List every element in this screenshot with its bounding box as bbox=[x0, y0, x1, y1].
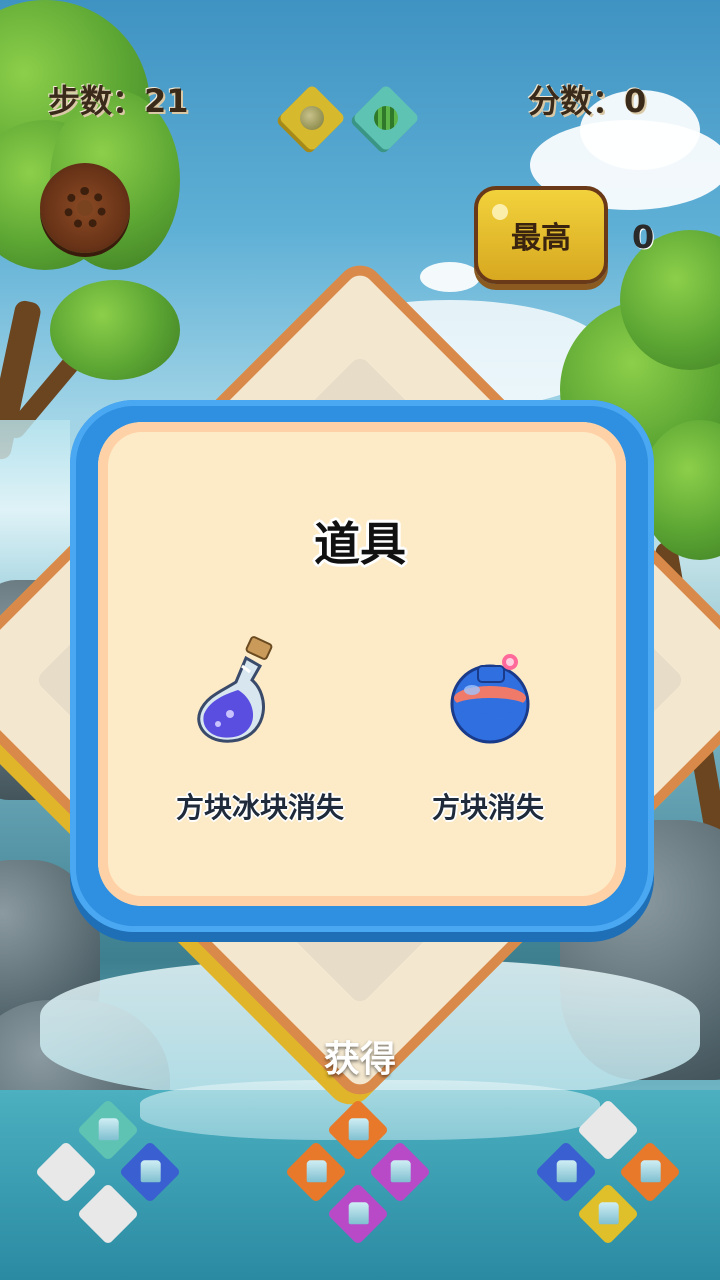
potion-bottle-icon bbox=[197, 636, 273, 743]
watermelon-icon bbox=[374, 106, 398, 130]
piece-tray-middle[interactable] bbox=[280, 1098, 450, 1250]
bomb-icon bbox=[450, 654, 530, 744]
settings-gear-button[interactable] bbox=[40, 163, 130, 253]
items-dialog-body bbox=[98, 422, 626, 906]
piece-tray-left[interactable] bbox=[30, 1098, 200, 1250]
best-score-value: 0 bbox=[632, 218, 655, 256]
dialog-title: 道具 bbox=[314, 517, 406, 571]
best-score-label: 最高 bbox=[511, 221, 571, 256]
piece-tray-right[interactable] bbox=[530, 1098, 700, 1250]
steps-counter: 步数：21 bbox=[48, 82, 189, 120]
obtain-button[interactable]: 获得 bbox=[0, 1030, 720, 1082]
item-potion-label: 方块冰块消失 bbox=[176, 791, 345, 824]
coconut-icon bbox=[300, 106, 324, 130]
score-counter: 分数：0 bbox=[528, 82, 647, 120]
item-potion[interactable] bbox=[190, 636, 290, 746]
item-bomb-label: 方块消失 bbox=[432, 791, 545, 824]
items-dialog bbox=[70, 400, 654, 932]
best-score-button[interactable]: 最高 bbox=[474, 186, 608, 284]
item-bomb[interactable] bbox=[446, 648, 536, 744]
